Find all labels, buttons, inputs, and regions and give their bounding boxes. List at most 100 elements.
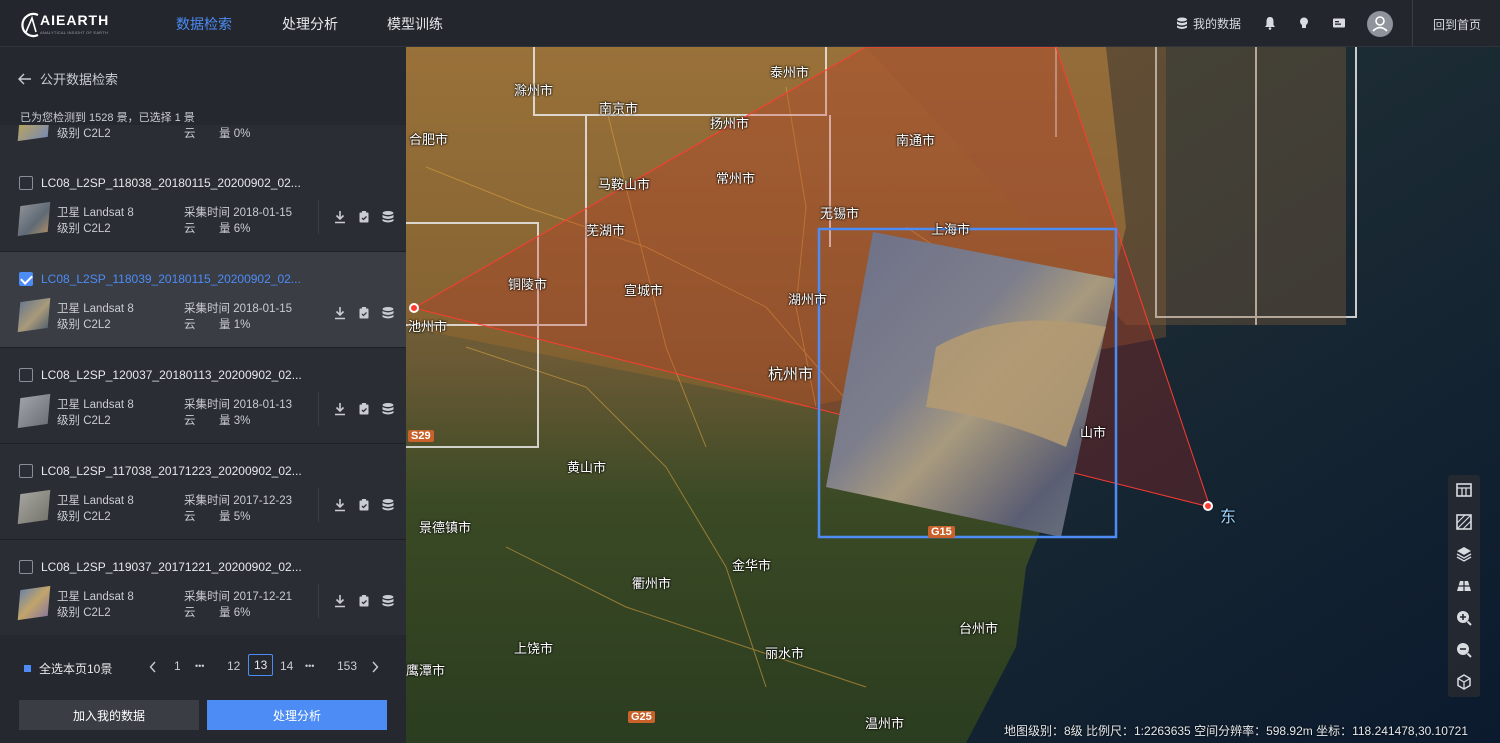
item-cloud-label: 云 (184, 128, 196, 140)
item-checkbox[interactable] (19, 560, 33, 574)
road-shield: G25 (628, 711, 655, 723)
map-view[interactable]: 滁州市 南京市 泰州市 扬州市 合肥市 马鞍山市 常州市 南通市 无锡市 上海市… (406, 47, 1500, 743)
download-icon[interactable] (333, 498, 347, 512)
scene-thumbnail (17, 125, 51, 142)
add-to-my-data-button[interactable]: 加入我的数据 (19, 700, 199, 730)
footprint-vertex-marker[interactable] (1203, 501, 1213, 511)
list-item[interactable]: 级别 C2L2 云 量 0% (0, 125, 406, 157)
zoom-in-icon[interactable] (1455, 609, 1473, 627)
grid-table-icon[interactable] (1455, 481, 1473, 499)
download-icon[interactable] (333, 210, 347, 224)
item-cloud-label: 云 (184, 607, 196, 619)
database-icon[interactable] (381, 498, 395, 512)
page-14[interactable]: 14 (280, 659, 293, 673)
road-shield: G15 (928, 526, 955, 538)
database-icon[interactable] (381, 594, 395, 608)
map-canvas (406, 47, 1500, 743)
page-12[interactable]: 12 (227, 659, 240, 673)
item-checkbox[interactable] (19, 464, 33, 478)
scene-thumbnail (17, 393, 51, 429)
select-all-label: 全选本页10景 (39, 662, 113, 676)
tab-model-training[interactable]: 模型训练 (387, 14, 443, 34)
database-icon[interactable] (381, 210, 395, 224)
item-actions (318, 200, 395, 234)
database-icon[interactable] (381, 402, 395, 416)
item-level: 级别 C2L2 (57, 415, 111, 427)
item-title[interactable]: LC08_L2SP_119037_20171221_20200902_02... (41, 560, 302, 574)
home-link[interactable]: 回到首页 (1433, 16, 1481, 33)
list-item[interactable]: LC08_L2SP_117038_20171223_20200902_02...… (0, 444, 406, 540)
hatched-area-icon[interactable] (1455, 513, 1473, 531)
list-item[interactable]: LC08_L2SP_118038_20180115_20200902_02...… (0, 156, 406, 252)
bell-icon[interactable] (1262, 15, 1278, 31)
clipboard-icon[interactable] (357, 498, 371, 512)
map-label: 台州市 (959, 621, 999, 636)
map-label: 常州市 (716, 171, 756, 186)
item-satellite: 卫星 Landsat 8 (57, 303, 134, 315)
page-1[interactable]: 1 (174, 659, 181, 673)
list-item[interactable]: LC08_L2SP_120037_20180113_20200902_02...… (0, 348, 406, 444)
scene-thumbnail (17, 489, 51, 525)
footprint-vertex-marker[interactable] (409, 303, 419, 313)
item-satellite: 卫星 Landsat 8 (57, 591, 134, 603)
database-icon[interactable] (381, 306, 395, 320)
chevron-right-icon[interactable] (371, 661, 379, 673)
tab-processing[interactable]: 处理分析 (282, 14, 338, 34)
lightbulb-icon[interactable] (1296, 15, 1312, 31)
user-avatar[interactable] (1367, 11, 1393, 37)
result-list[interactable]: 级别 C2L2 云 量 0% LC08_L2SP_118038_20180115… (0, 125, 406, 635)
item-title[interactable]: LC08_L2SP_118038_20180115_20200902_02... (41, 176, 301, 190)
user-icon (1372, 16, 1388, 32)
list-item-selected[interactable]: LC08_L2SP_118039_20180115_20200902_02...… (0, 252, 406, 348)
database-icon (1177, 17, 1187, 29)
panel-title: 公开数据检索 (40, 72, 119, 87)
zoom-out-icon[interactable] (1455, 641, 1473, 659)
map-view-icon[interactable] (1455, 577, 1473, 595)
list-item[interactable]: LC08_L2SP_119037_20171221_20200902_02...… (0, 540, 406, 635)
clipboard-icon[interactable] (357, 306, 371, 320)
map-status-bar: 地图级别：8级 比例尺：1:2263635 空间分辨率：598.92m 坐标：1… (1004, 724, 1468, 738)
item-title[interactable]: LC08_L2SP_118039_20180115_20200902_02... (41, 272, 301, 286)
item-actions (318, 392, 395, 426)
item-title[interactable]: LC08_L2SP_117038_20171223_20200902_02... (41, 464, 302, 478)
item-actions (318, 296, 395, 330)
select-all-checkbox[interactable] (24, 665, 31, 672)
map-label: 芜湖市 (586, 223, 626, 238)
my-data-link[interactable]: 我的数据 (1176, 15, 1241, 32)
clipboard-icon[interactable] (357, 402, 371, 416)
download-icon[interactable] (333, 306, 347, 320)
item-checkbox[interactable] (19, 176, 33, 190)
item-time: 采集时间 2018-01-13 (184, 399, 293, 411)
item-checkbox[interactable] (19, 368, 33, 382)
page-ellipsis[interactable]: ••• (305, 661, 314, 671)
clipboard-icon[interactable] (357, 210, 371, 224)
map-label: 东 (1220, 509, 1237, 526)
process-analysis-button[interactable]: 处理分析 (207, 700, 387, 730)
clipboard-icon[interactable] (357, 594, 371, 608)
page-last[interactable]: 153 (337, 659, 357, 673)
app-logo[interactable]: AIEARTH ANALYTICAL INSIGHT OF EARTH (18, 10, 128, 40)
select-all-page[interactable]: 全选本页10景 (24, 660, 112, 677)
chevron-left-icon[interactable] (149, 661, 157, 673)
item-cloud: 量 5% (219, 511, 251, 523)
page-ellipsis[interactable]: ••• (195, 661, 204, 671)
download-icon[interactable] (333, 594, 347, 608)
item-cloud-label: 云 (184, 511, 196, 523)
map-label: 池州市 (408, 319, 448, 334)
tab-data-search[interactable]: 数据检索 (176, 14, 232, 34)
map-label: 上饶市 (514, 641, 554, 656)
page-13-current[interactable]: 13 (248, 654, 274, 676)
item-checkbox-checked[interactable] (19, 272, 33, 286)
item-satellite: 卫星 Landsat 8 (57, 495, 134, 507)
item-title[interactable]: LC08_L2SP_120037_20180113_20200902_02... (41, 368, 302, 382)
layers-icon[interactable] (1455, 545, 1473, 563)
item-actions (318, 584, 395, 618)
back-link[interactable]: 公开数据检索 (18, 69, 118, 88)
download-icon[interactable] (333, 402, 347, 416)
id-card-icon[interactable] (1331, 15, 1347, 31)
item-cloud: 量 1% (219, 319, 251, 331)
3d-cube-icon[interactable] (1455, 673, 1473, 691)
item-level: 级别 C2L2 (57, 607, 111, 619)
item-time: 采集时间 2017-12-23 (184, 495, 293, 507)
scene-thumbnail (17, 297, 51, 333)
